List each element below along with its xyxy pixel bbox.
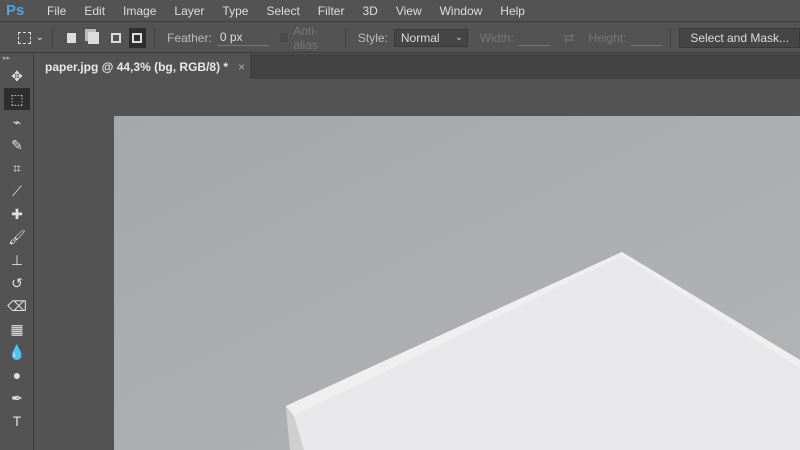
document-canvas[interactable] — [114, 116, 800, 450]
brush-tool[interactable]: 🖌 — [4, 226, 30, 248]
quick-select-tool-icon: ✎ — [11, 136, 23, 153]
subtract-selection-icon[interactable] — [111, 32, 121, 43]
feather-label: Feather: — [167, 30, 212, 45]
height-input[interactable] — [630, 30, 663, 46]
add-selection-icon[interactable] — [87, 31, 100, 44]
antialias-checkbox[interactable] — [279, 32, 290, 43]
eyedropper-tool[interactable]: ⟋ — [4, 180, 30, 202]
healing-brush-tool[interactable]: ✚ — [4, 203, 30, 225]
clone-stamp-tool[interactable]: ⊥ — [4, 249, 30, 271]
options-bar: ⌄ Feather: 0 px Anti-alias Style: Normal… — [0, 23, 800, 53]
move-tool[interactable]: ✥ — [4, 65, 30, 87]
menu-help[interactable]: Help — [491, 4, 534, 18]
pen-tool[interactable]: ✒ — [4, 387, 30, 409]
lasso-tool[interactable]: ⌁ — [4, 111, 30, 133]
crop-tool-icon: ⌗ — [13, 159, 21, 176]
intersect-selection-icon[interactable] — [128, 27, 147, 48]
paper-image — [114, 116, 800, 450]
marquee-tool-icon: ⬚ — [10, 90, 24, 107]
document-tab[interactable]: paper.jpg @ 44,3% (bg, RGB/8) * × — [35, 54, 250, 79]
history-brush-tool[interactable]: ↺ — [4, 272, 30, 294]
document-tabs: paper.jpg @ 44,3% (bg, RGB/8) * × — [35, 54, 800, 79]
menu-view[interactable]: View — [387, 4, 431, 18]
menu-image[interactable]: Image — [114, 4, 165, 18]
chevron-down-icon: ⌄ — [455, 32, 463, 42]
new-selection-icon[interactable] — [66, 32, 76, 43]
eraser-tool-icon: ⌫ — [7, 297, 27, 314]
healing-brush-tool-icon: ✚ — [11, 205, 23, 222]
history-brush-tool-icon: ↺ — [11, 274, 23, 291]
crop-tool[interactable]: ⌗ — [4, 157, 30, 179]
brush-tool-icon: 🖌 — [8, 228, 26, 245]
photoshop-logo: Ps — [6, 2, 25, 19]
select-and-mask-button[interactable]: Select and Mask... — [679, 27, 800, 48]
menu-window[interactable]: Window — [431, 4, 492, 18]
document-tab-title: paper.jpg @ 44,3% (bg, RGB/8) * — [45, 59, 229, 74]
menu-bar: Ps File Edit Image Layer Type Select Fil… — [0, 0, 800, 22]
dodge-tool-icon: ● — [12, 367, 22, 383]
close-icon[interactable]: × — [238, 60, 245, 74]
menu-edit[interactable]: Edit — [75, 4, 114, 18]
type-tool-icon: T — [12, 413, 22, 429]
dodge-tool[interactable]: ● — [4, 364, 30, 386]
eyedropper-tool-icon: ⟋ — [12, 182, 22, 199]
pen-tool-icon: ✒ — [11, 389, 23, 406]
menu-filter[interactable]: Filter — [309, 4, 354, 18]
chevron-down-icon[interactable]: ⌄ — [36, 32, 44, 43]
style-value: Normal — [400, 30, 440, 45]
menu-layer[interactable]: Layer — [165, 4, 213, 18]
width-input[interactable] — [517, 30, 550, 46]
menu-select[interactable]: Select — [257, 4, 308, 18]
height-label: Height: — [588, 30, 627, 45]
marquee-tool[interactable]: ⬚ — [4, 88, 30, 110]
marquee-preset-icon[interactable] — [18, 31, 31, 44]
tools-panel: ▸▸ ✥ ⬚ ⌁ ✎ ⌗ ⟋ ✚ 🖌 ⊥ ↺ ⌫ ▦ 💧 ● ✒ T — [0, 54, 34, 450]
antialias-label: Anti-alias — [293, 23, 318, 52]
gradient-tool-icon: ▦ — [10, 320, 24, 337]
lasso-tool-icon: ⌁ — [12, 113, 22, 130]
collapse-icon[interactable]: ▸▸ — [0, 54, 33, 64]
menu-type[interactable]: Type — [213, 4, 257, 18]
move-tool-icon: ✥ — [11, 67, 23, 84]
clone-stamp-tool-icon: ⊥ — [10, 251, 24, 268]
menu-file[interactable]: File — [38, 4, 75, 18]
width-label: Width: — [479, 30, 514, 45]
blur-tool[interactable]: 💧 — [4, 341, 30, 363]
eraser-tool[interactable]: ⌫ — [4, 295, 30, 317]
quick-select-tool[interactable]: ✎ — [4, 134, 30, 156]
type-tool[interactable]: T — [4, 410, 30, 432]
gradient-tool[interactable]: ▦ — [4, 318, 30, 340]
feather-input[interactable]: 0 px — [217, 30, 270, 46]
blur-tool-icon: 💧 — [8, 343, 26, 360]
style-select[interactable]: Normal ⌄ — [393, 28, 468, 47]
menu-3d[interactable]: 3D — [353, 4, 386, 18]
style-label: Style: — [357, 30, 388, 45]
swap-icon[interactable]: ⇄ — [564, 30, 575, 46]
